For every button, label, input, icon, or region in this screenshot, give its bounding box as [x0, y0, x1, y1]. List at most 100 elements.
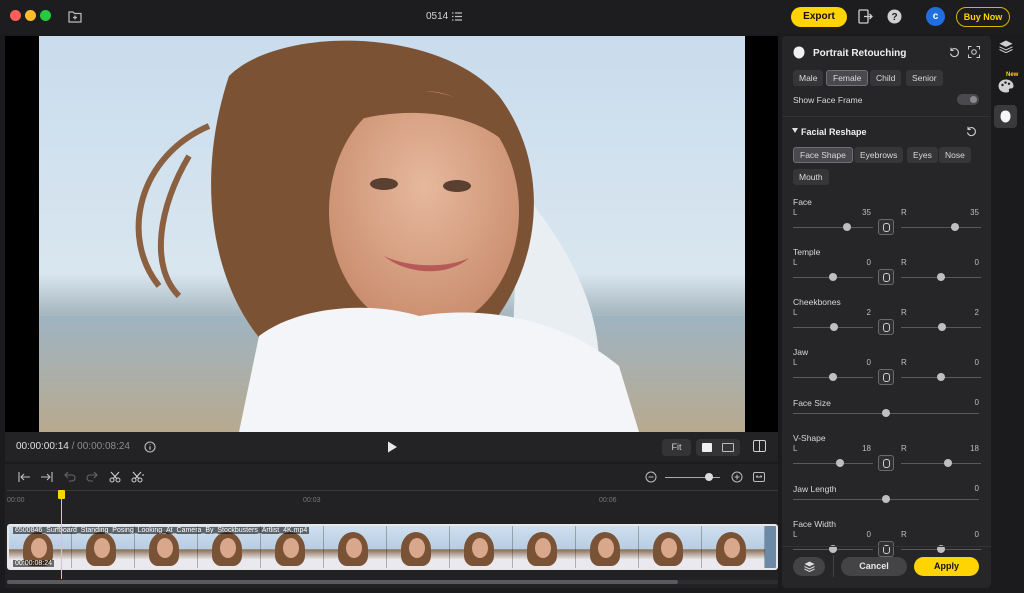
- export-button[interactable]: Export: [791, 7, 847, 27]
- compare-icon[interactable]: [753, 440, 766, 452]
- playback-controls: 00:00:00:14 / 00:00:08:24 Fit: [5, 432, 778, 462]
- slider-label: Jaw: [793, 347, 809, 357]
- link-sides-button[interactable]: [878, 541, 894, 557]
- timeline-scrollbar-track[interactable]: [7, 580, 778, 584]
- palette-icon[interactable]: [998, 79, 1014, 93]
- slider-label: Temple: [793, 247, 821, 257]
- info-icon[interactable]: [144, 441, 156, 453]
- user-avatar[interactable]: c: [926, 7, 945, 26]
- left-slider-thumb[interactable]: [829, 373, 837, 381]
- right-slider-track[interactable]: [901, 463, 981, 464]
- link-sides-button[interactable]: [878, 455, 894, 471]
- gender-child-chip[interactable]: Child: [870, 70, 902, 86]
- chevron-down-icon[interactable]: [792, 128, 798, 133]
- zoom-window-button[interactable]: [40, 10, 51, 21]
- slider-label: Face Size: [793, 398, 831, 408]
- tab-eyebrows[interactable]: Eyebrows: [854, 147, 904, 163]
- slider-value: 0: [974, 484, 979, 493]
- zoom-out-icon[interactable]: [645, 471, 657, 483]
- left-slider-track[interactable]: [793, 463, 873, 464]
- split-view-icon[interactable]: [722, 443, 734, 452]
- jump-end-icon[interactable]: [40, 471, 53, 483]
- tab-mouth[interactable]: Mouth: [793, 169, 829, 185]
- left-letter: L: [793, 308, 798, 317]
- left-slider-thumb[interactable]: [836, 459, 845, 467]
- timeline[interactable]: 00:00 00:03 00:06 6500846_Surfboard_Stan…: [5, 464, 778, 588]
- new-folder-icon[interactable]: [68, 10, 82, 23]
- left-value: 35: [862, 208, 871, 217]
- left-letter: L: [793, 444, 798, 453]
- jump-start-icon[interactable]: [18, 471, 31, 483]
- slider-label: V-Shape: [793, 433, 826, 443]
- single-view-icon[interactable]: [702, 443, 712, 452]
- reset-icon[interactable]: [949, 47, 960, 58]
- link-sides-button[interactable]: [878, 319, 894, 335]
- tab-eyes[interactable]: Eyes: [907, 147, 938, 163]
- link-sides-button[interactable]: [878, 219, 894, 235]
- right-letter: R: [901, 444, 907, 453]
- video-clip[interactable]: 6500846_Surfboard_Standing_Posing_Lookin…: [7, 524, 778, 570]
- fit-button[interactable]: Fit: [662, 439, 691, 456]
- left-value: 0: [866, 258, 871, 267]
- slider-thumb[interactable]: [882, 409, 890, 417]
- link-sides-button[interactable]: [878, 269, 894, 285]
- show-face-frame-label: Show Face Frame: [793, 95, 863, 105]
- face-detect-icon[interactable]: [968, 46, 980, 58]
- portrait-tool-button[interactable]: [994, 105, 1017, 128]
- left-value: 0: [866, 530, 871, 539]
- left-slider-track[interactable]: [793, 227, 873, 228]
- right-value: 18: [970, 444, 979, 453]
- redo-icon[interactable]: [86, 471, 98, 482]
- right-slider-track[interactable]: [901, 227, 981, 228]
- section-reset-icon[interactable]: [966, 126, 977, 137]
- timeline-scrollbar[interactable]: [7, 580, 678, 584]
- trim-scissors-icon[interactable]: [131, 471, 144, 483]
- clip-thumbnail: [387, 526, 450, 568]
- undo-icon[interactable]: [64, 471, 76, 482]
- right-slider-thumb[interactable]: [951, 223, 959, 231]
- right-slider-thumb[interactable]: [937, 323, 946, 331]
- gender-female-chip[interactable]: Female: [826, 70, 869, 86]
- left-slider-thumb[interactable]: [829, 323, 838, 331]
- video-preview[interactable]: [5, 36, 778, 432]
- clip-thumbnail: [450, 526, 513, 568]
- layers-button[interactable]: [793, 557, 825, 576]
- slider-value: 0: [974, 398, 979, 407]
- clip-thumbnail: [639, 526, 702, 568]
- zoom-in-icon[interactable]: [731, 471, 743, 483]
- help-icon[interactable]: ?: [887, 9, 902, 24]
- clip-thumbnail: [576, 526, 639, 568]
- layers-rail-icon[interactable]: [999, 40, 1013, 53]
- layers-icon: [804, 561, 815, 572]
- preview-frame-image: [39, 36, 745, 432]
- aspect-switcher[interactable]: [696, 439, 740, 456]
- buy-now-button[interactable]: Buy Now: [956, 7, 1010, 27]
- right-slider-thumb[interactable]: [937, 373, 945, 381]
- right-slider-thumb[interactable]: [937, 273, 945, 281]
- document-title: 0514: [426, 11, 449, 22]
- right-slider-thumb[interactable]: [944, 459, 953, 467]
- left-slider-thumb[interactable]: [843, 223, 851, 231]
- tab-face-shape[interactable]: Face Shape: [793, 147, 853, 163]
- gender-senior-chip[interactable]: Senior: [906, 70, 943, 86]
- apply-button[interactable]: Apply: [914, 557, 979, 576]
- cancel-button[interactable]: Cancel: [841, 557, 907, 576]
- gender-male-chip[interactable]: Male: [793, 70, 824, 86]
- left-slider-thumb[interactable]: [829, 273, 837, 281]
- minimize-window-button[interactable]: [25, 10, 36, 21]
- play-icon[interactable]: [387, 441, 398, 453]
- slider-thumb[interactable]: [882, 495, 890, 503]
- tab-nose[interactable]: Nose: [939, 147, 971, 163]
- share-icon[interactable]: [858, 9, 873, 24]
- right-letter: R: [901, 258, 907, 267]
- split-scissors-icon[interactable]: [109, 471, 121, 483]
- ruler-label: 00:00: [7, 497, 25, 504]
- link-sides-button[interactable]: [878, 369, 894, 385]
- playhead[interactable]: [61, 491, 62, 579]
- list-icon[interactable]: [452, 12, 462, 21]
- close-window-button[interactable]: [10, 10, 21, 21]
- zoom-slider-thumb[interactable]: [705, 473, 713, 481]
- show-face-frame-toggle[interactable]: [957, 94, 979, 105]
- fit-timeline-icon[interactable]: [753, 471, 765, 483]
- playhead-handle[interactable]: [58, 490, 65, 499]
